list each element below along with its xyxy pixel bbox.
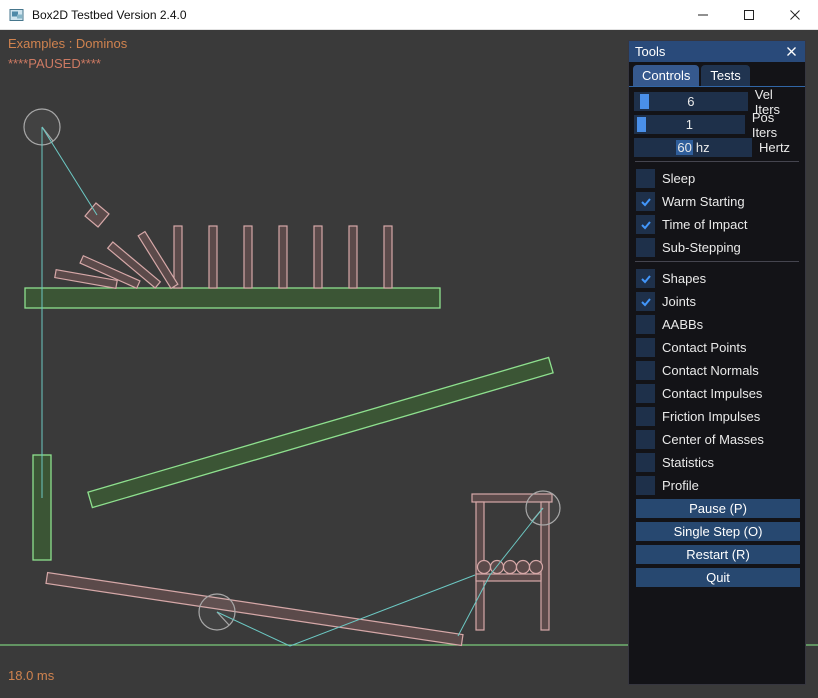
checkbox-statistics[interactable]: Statistics (634, 453, 800, 472)
maximize-button[interactable] (726, 0, 772, 29)
checkbox-box (636, 430, 655, 449)
tools-content: 6 Vel Iters 1 Pos Iters 60 hz Hertz (629, 87, 805, 684)
pos-iters-value: 1 (686, 117, 693, 132)
tools-tabbar: Controls Tests (629, 62, 805, 87)
app-window: Box2D Testbed Version 2.4.0 (0, 0, 818, 698)
window-controls (680, 0, 818, 29)
checkbox-label: Joints (662, 294, 696, 309)
checkbox-label: Contact Impulses (662, 386, 762, 401)
checkbox-box (636, 476, 655, 495)
vel-iters-slider[interactable]: 6 (634, 92, 748, 111)
checkbox-joints[interactable]: Joints (634, 292, 800, 311)
checkbox-warm-starting[interactable]: Warm Starting (634, 192, 800, 211)
dynamic-bodies-group (46, 203, 552, 645)
check-icon (640, 196, 652, 208)
checkbox-center-of-masses[interactable]: Center of Masses (634, 430, 800, 449)
checkbox-aabbs[interactable]: AABBs (634, 315, 800, 334)
checkbox-box (636, 338, 655, 357)
slider-grab[interactable] (637, 117, 646, 132)
checkbox-label: Center of Masses (662, 432, 764, 447)
client-area: Examples : Dominos ****PAUSED**** 18.0 m… (0, 30, 818, 698)
checkbox-box (636, 315, 655, 334)
tab-tests[interactable]: Tests (701, 65, 749, 86)
hertz-label: Hertz (759, 140, 790, 155)
checkbox-box (636, 384, 655, 403)
checkbox-box (636, 169, 655, 188)
example-title: Examples : Dominos (8, 36, 127, 51)
tools-panel: Tools Controls Tests 6 (628, 40, 806, 685)
pos-iters-label: Pos Iters (752, 110, 800, 140)
checkbox-friction-impulses[interactable]: Friction Impulses (634, 407, 800, 426)
vel-iters-row: 6 Vel Iters (634, 92, 800, 111)
checkbox-label: Contact Points (662, 340, 747, 355)
check-icon (640, 296, 652, 308)
frame-time: 18.0 ms (8, 668, 54, 683)
checkbox-label: Warm Starting (662, 194, 745, 209)
checkbox-box (636, 269, 655, 288)
tab-controls[interactable]: Controls (633, 65, 699, 86)
checkbox-label: Time of Impact (662, 217, 747, 232)
titlebar: Box2D Testbed Version 2.4.0 (0, 0, 818, 30)
paused-indicator: ****PAUSED**** (8, 56, 101, 71)
checkbox-sleep[interactable]: Sleep (634, 169, 800, 188)
checkbox-box (636, 192, 655, 211)
checkbox-box (636, 407, 655, 426)
checkbox-label: Sleep (662, 171, 695, 186)
checkbox-box (636, 453, 655, 472)
pause-button[interactable]: Pause (P) (636, 499, 800, 518)
hertz-value: 60 (676, 140, 692, 155)
checkbox-box (636, 361, 655, 380)
checkbox-shapes[interactable]: Shapes (634, 269, 800, 288)
check-icon (640, 273, 652, 285)
checkbox-profile[interactable]: Profile (634, 476, 800, 495)
checkbox-box (636, 292, 655, 311)
static-bodies-group (25, 288, 553, 560)
checkbox-label: Contact Normals (662, 363, 759, 378)
app-icon (9, 7, 25, 23)
quit-button[interactable]: Quit (636, 568, 800, 587)
pos-iters-row: 1 Pos Iters (634, 115, 800, 134)
separator (635, 161, 799, 162)
checkbox-label: Friction Impulses (662, 409, 760, 424)
tools-titlebar[interactable]: Tools (629, 41, 805, 62)
hertz-row: 60 hz Hertz (634, 138, 800, 157)
window-title: Box2D Testbed Version 2.4.0 (32, 8, 187, 22)
checkbox-contact-impulses[interactable]: Contact Impulses (634, 384, 800, 403)
close-button[interactable] (772, 0, 818, 29)
checkbox-box (636, 238, 655, 257)
single-step-button[interactable]: Single Step (O) (636, 522, 800, 541)
checkbox-sub-stepping[interactable]: Sub-Stepping (634, 238, 800, 257)
checkbox-label: Profile (662, 478, 699, 493)
separator (635, 261, 799, 262)
checkbox-time-of-impact[interactable]: Time of Impact (634, 215, 800, 234)
vel-iters-value: 6 (687, 94, 694, 109)
checkbox-box (636, 215, 655, 234)
tools-close-button[interactable] (783, 44, 799, 60)
check-icon (640, 219, 652, 231)
tools-title: Tools (635, 44, 665, 59)
restart-button[interactable]: Restart (R) (636, 545, 800, 564)
checkbox-contact-normals[interactable]: Contact Normals (634, 361, 800, 380)
checkbox-label: Statistics (662, 455, 714, 470)
hertz-input[interactable]: 60 hz (634, 138, 752, 157)
checkbox-label: AABBs (662, 317, 703, 332)
slider-grab[interactable] (640, 94, 649, 109)
hertz-unit: hz (696, 140, 710, 155)
minimize-button[interactable] (680, 0, 726, 29)
checkbox-label: Shapes (662, 271, 706, 286)
checkbox-contact-points[interactable]: Contact Points (634, 338, 800, 357)
pos-iters-slider[interactable]: 1 (634, 115, 745, 134)
close-icon (787, 47, 796, 56)
checkbox-label: Sub-Stepping (662, 240, 741, 255)
